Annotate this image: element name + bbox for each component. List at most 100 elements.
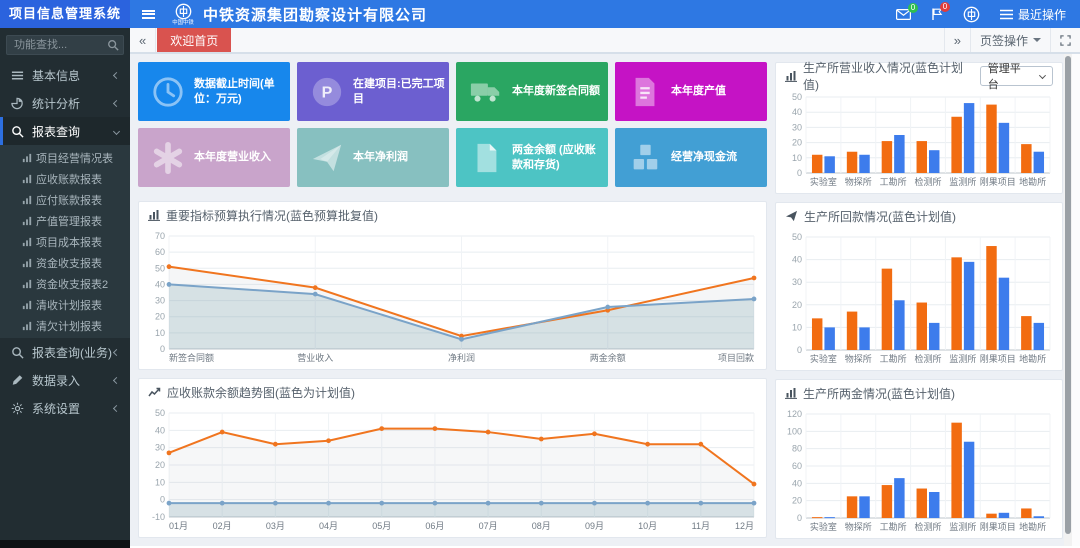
svg-text:12月: 12月 [735,521,754,531]
sidebar-item-5[interactable]: 数据录入 [0,366,130,394]
sidebar-subitem[interactable]: 项目经营情况表 [0,147,130,168]
sidebar-subitem[interactable]: 应付账款报表 [0,189,130,210]
clock-icon [151,75,185,109]
scroll-tabs-right-button[interactable]: » [944,28,970,52]
bar-chart-icon [22,174,36,184]
svg-text:50: 50 [792,92,802,102]
tile-label: 本年度产值 [671,84,726,98]
sidebar-subitem-label: 应收账款报表 [36,171,102,187]
stat-tile-3[interactable]: 本年度新签合同额 [456,62,608,121]
svg-text:03月: 03月 [266,521,285,531]
panel-title: 应收账款余额趋势图(蓝色为计划值) [167,384,355,401]
top-header: 中国中铁 中铁资源集团勘察设计有限公司 0 0 最近操作 [130,0,1080,28]
sidebar-item-label: 基本信息 [32,67,80,84]
tile-label: 数据截止时间(单位：万元) [194,77,286,106]
sidebar-item-label: 数据录入 [32,372,80,389]
sidebar-subitem[interactable]: 资金收支报表 [0,252,130,273]
brand-icon[interactable] [963,6,980,23]
svg-text:05月: 05月 [372,521,391,531]
truck-icon [469,75,503,109]
panel-prod-payment: 生产所回款情况(蓝色计划值) 01020304050实验室物探所工勘所检测所监测… [775,202,1063,371]
sidebar-subitem[interactable]: 产值管理报表 [0,210,130,231]
bar-chart-icon [22,216,36,226]
sidebar-subitem-label: 清收计划报表 [36,297,102,313]
svg-text:01月: 01月 [169,521,188,531]
bar-chart-icon [22,279,36,289]
tile-label: 本年度新签合同额 [512,84,600,98]
tab-operations-dropdown[interactable]: 页签操作 [970,28,1050,52]
svg-text:40: 40 [792,107,802,117]
svg-text:营业收入: 营业收入 [297,352,333,363]
stat-tile-2[interactable]: P在建项目:已完工项目 [297,62,449,121]
sidebar-subitem[interactable]: 应收账款报表 [0,168,130,189]
search-icon[interactable] [107,39,119,51]
svg-text:监测所: 监测所 [949,353,976,364]
menu-toggle-icon[interactable] [142,10,155,19]
prod-liangjin-chart: 020406080100120实验室物探所工勘所检测所监测所刚果项目地勘所 [776,406,1062,534]
recent-operations-button[interactable]: 最近操作 [1000,6,1066,23]
window-edge [1072,54,1080,546]
svg-text:10: 10 [792,322,802,332]
svg-text:地勘所: 地勘所 [1019,521,1046,532]
stat-tile-8[interactable]: 经营净现金流 [615,128,767,187]
flag-icon[interactable]: 0 [931,8,943,20]
sidebar-subitem[interactable]: 资金收支报表2 [0,273,130,294]
stat-tile-7[interactable]: 两金余额 (应收账款和存货) [456,128,608,187]
svg-text:检测所: 检测所 [914,176,941,187]
panel-title: 重要指标预算执行情况(蓝色预算批复值) [166,207,378,224]
svg-text:0: 0 [160,344,165,354]
svg-text:工勘所: 工勘所 [880,522,907,532]
svg-text:0: 0 [797,513,802,523]
line-chart-icon [148,386,161,398]
svg-text:工勘所: 工勘所 [880,354,907,364]
svg-text:刚果项目: 刚果项目 [980,522,1016,532]
mail-icon[interactable]: 0 [896,9,911,20]
mail-badge: 0 [908,3,918,13]
list-icon [1000,9,1013,20]
paper-plane-icon [310,141,344,175]
sidebar-item-2[interactable]: 统计分析 [0,89,130,117]
panel-budget-execution: 重要指标预算执行情况(蓝色预算批复值) 010203040506070新签合同额… [138,201,767,370]
chevron-left-icon [113,376,120,383]
panel-title: 生产所两金情况(蓝色计划值) [803,385,955,402]
fullscreen-icon[interactable] [1050,28,1080,52]
document-icon [628,75,662,109]
svg-text:30: 30 [155,443,165,453]
stat-tile-5[interactable]: 本年度营业收入 [138,128,290,187]
sidebar-item-4[interactable]: 报表查询(业务) [0,338,130,366]
sidebar-item-1[interactable]: 基本信息 [0,61,130,89]
scrollbar-thumb[interactable] [1065,56,1071,534]
cubes-icon [628,141,662,175]
svg-text:08月: 08月 [532,521,551,531]
stat-tile-6[interactable]: 本年净利润 [297,128,449,187]
svg-text:50: 50 [792,232,802,242]
sidebar-subitem-label: 资金收支报表2 [36,276,108,292]
sidebar-subitem[interactable]: 清欠计划报表 [0,315,130,336]
stat-tile-4[interactable]: 本年度产值 [615,62,767,121]
dashboard-content: 数据截止时间(单位：万元) P在建项目:已完工项目 本年度新签合同额 本年度产值本年度… [130,54,1080,546]
svg-text:40: 40 [792,255,802,265]
sidebar-item-label: 报表查询(业务) [32,344,112,361]
svg-text:项目回款: 项目回款 [718,352,754,363]
svg-text:-10: -10 [152,512,165,522]
panel-ar-trend: 应收账款余额趋势图(蓝色为计划值) -100102030405001月02月03… [138,378,767,538]
sidebar-subitem[interactable]: 清收计划报表 [0,294,130,315]
tile-label: 两金余额 (应收账款和存货) [512,143,604,172]
svg-text:60: 60 [792,461,802,471]
platform-select[interactable]: 管理平台 [980,66,1053,86]
tab-welcome[interactable]: 欢迎首页 [157,28,231,52]
sidebar-menu: 基本信息统计分析报表查询项目经营情况表应收账款报表应付账款报表产值管理报表项目成… [0,61,130,422]
scroll-tabs-left-button[interactable]: « [130,28,156,52]
svg-text:80: 80 [792,444,802,454]
sidebar-subitem[interactable]: 项目成本报表 [0,231,130,252]
sidebar-submenu: 项目经营情况表应收账款报表应付账款报表产值管理报表项目成本报表资金收支报表资金收… [0,145,130,338]
sidebar-item-6[interactable]: 系统设置 [0,394,130,422]
sidebar-subitem-label: 项目经营情况表 [36,150,113,166]
svg-text:30: 30 [155,296,165,306]
prod-revenue-chart: 01020304050实验室物探所工勘所检测所监测所刚果项目地勘所 [776,89,1062,189]
sidebar-item-3[interactable]: 报表查询 [0,117,130,145]
stat-tile-1[interactable]: 数据截止时间(单位：万元) [138,62,290,121]
bar-chart-icon [22,258,36,268]
main-area: 中国中铁 中铁资源集团勘察设计有限公司 0 0 最近操作 « 欢迎首页 » [130,0,1080,548]
svg-text:100: 100 [787,426,802,436]
